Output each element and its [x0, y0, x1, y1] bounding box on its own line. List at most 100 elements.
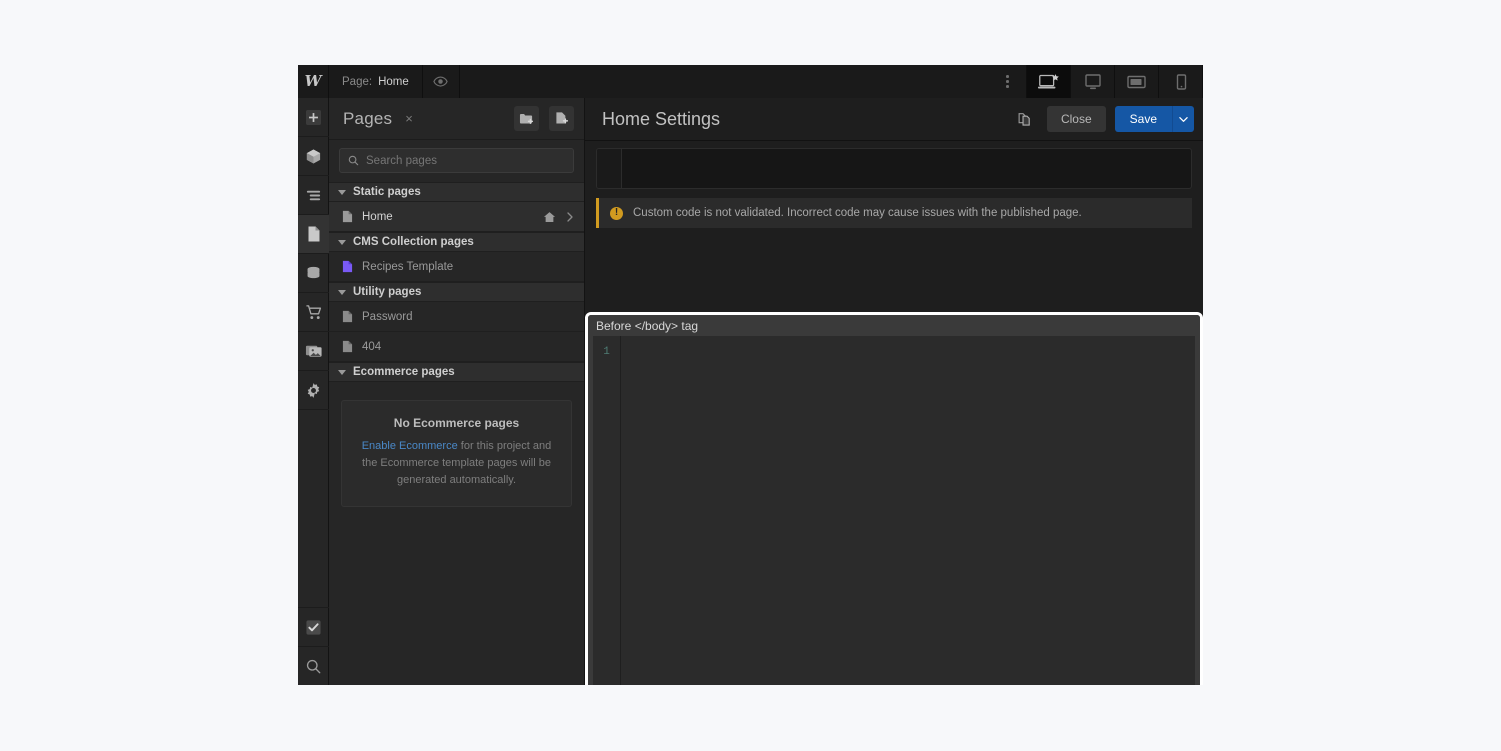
- section-header-static-pages[interactable]: Static pages: [329, 182, 584, 202]
- list-item[interactable]: Recipes Template: [329, 252, 584, 282]
- plus-icon: [305, 109, 322, 125]
- section-header-utility-pages[interactable]: Utility pages: [329, 282, 584, 302]
- chevron-down-icon: [1179, 116, 1188, 122]
- section-title: Utility pages: [353, 286, 422, 298]
- close-button[interactable]: Close: [1046, 106, 1106, 132]
- empty-state-title: No Ecommerce pages: [393, 416, 520, 430]
- section-header-cms-collection-pages[interactable]: CMS Collection pages: [329, 232, 584, 252]
- top-bar-spacer: [460, 65, 989, 98]
- warning-icon: !: [610, 206, 623, 220]
- duplicate-icon: [1018, 112, 1030, 126]
- add-folder-icon: [519, 113, 534, 124]
- save-button-label: Save: [1129, 112, 1157, 126]
- warning-text: Custom code is not validated. Incorrect …: [633, 207, 1082, 219]
- before-body-code-editor[interactable]: Before </body> tag 1: [585, 312, 1203, 685]
- cms-page-icon: [342, 260, 353, 273]
- cart-icon: [305, 304, 321, 319]
- duplicate-button[interactable]: [1012, 106, 1038, 132]
- sidebar-item-ecommerce[interactable]: [298, 293, 329, 332]
- list-item-label: Home: [362, 210, 393, 223]
- tablet-landscape-icon: [1126, 75, 1146, 88]
- ecommerce-empty-state-wrapper: No Ecommerce pages Enable Ecommerce for …: [329, 382, 584, 508]
- sidebar-item-audit[interactable]: [298, 607, 329, 646]
- pages-panel-header: Pages ×: [329, 98, 584, 140]
- search-icon: [348, 155, 359, 166]
- page-settings-pane: Home Settings Close Save ! Custom code i…: [585, 98, 1203, 685]
- eye-icon: [433, 76, 448, 87]
- code-editor-textarea[interactable]: [621, 336, 1195, 685]
- sidebar-item-add-elements[interactable]: [298, 98, 329, 137]
- page-label-prefix: Page:: [342, 75, 373, 88]
- search-input[interactable]: Search pages: [339, 148, 574, 173]
- layers-icon: [306, 190, 321, 200]
- chevron-down-icon: [338, 239, 346, 245]
- sidebar-item-pages[interactable]: [298, 215, 329, 254]
- breakpoint-mobile-button[interactable]: [1159, 65, 1203, 98]
- breakpoint-tablet-landscape-button[interactable]: [1115, 65, 1159, 98]
- page-icon: [308, 226, 319, 242]
- assets-icon: [305, 345, 322, 357]
- page-icon: [342, 210, 353, 223]
- left-toolbar-bottom: [298, 607, 329, 685]
- list-item[interactable]: 404: [329, 332, 584, 362]
- close-button-label: Close: [1060, 112, 1092, 126]
- left-toolbar: [298, 98, 329, 685]
- home-icon: [543, 211, 556, 222]
- gear-icon: [307, 382, 320, 398]
- ecommerce-empty-state: No Ecommerce pages Enable Ecommerce for …: [341, 400, 572, 508]
- more-options-icon: [1006, 75, 1009, 88]
- webflow-logo-button[interactable]: W: [298, 65, 329, 98]
- desktop-starred-icon: [1037, 73, 1059, 88]
- search-icon: [306, 659, 321, 673]
- cube-icon: [306, 149, 321, 163]
- code-line-number: 1: [603, 346, 610, 358]
- page-label-value: Home: [378, 75, 409, 88]
- page-icon: [342, 340, 353, 353]
- page-settings-body: ! Custom code is not validated. Incorrec…: [585, 148, 1203, 685]
- top-bar: W Page: Home: [298, 65, 1203, 98]
- sidebar-item-cms[interactable]: [298, 254, 329, 293]
- mobile-icon: [1176, 73, 1186, 90]
- webflow-logo-icon: W: [304, 72, 322, 90]
- section-header-ecommerce-pages[interactable]: Ecommerce pages: [329, 362, 584, 382]
- current-page-indicator[interactable]: Page: Home: [329, 65, 423, 98]
- preview-toggle-button[interactable]: [423, 65, 460, 98]
- more-options-button[interactable]: [989, 65, 1027, 98]
- sidebar-item-navigator[interactable]: [298, 176, 329, 215]
- list-item[interactable]: Home: [329, 202, 584, 232]
- save-dropdown-button[interactable]: [1172, 106, 1194, 132]
- code-gutter: [597, 149, 622, 188]
- sidebar-item-components[interactable]: [298, 137, 329, 176]
- close-icon[interactable]: ×: [402, 109, 416, 128]
- list-item-label: Password: [362, 310, 413, 323]
- custom-code-warning-banner: ! Custom code is not validated. Incorrec…: [596, 198, 1192, 228]
- list-item[interactable]: Password: [329, 302, 584, 332]
- section-title: CMS Collection pages: [353, 236, 474, 248]
- page-title: Pages: [343, 108, 393, 128]
- breakpoint-desktop-button[interactable]: [1027, 65, 1071, 98]
- add-page-icon: [555, 112, 568, 124]
- section-title: Ecommerce pages: [353, 366, 455, 378]
- add-folder-button[interactable]: [514, 106, 539, 131]
- chevron-down-icon: [338, 369, 346, 375]
- add-page-button[interactable]: [549, 106, 574, 131]
- list-item-label: Recipes Template: [362, 260, 454, 273]
- sidebar-item-search[interactable]: [298, 646, 329, 685]
- section-title: Static pages: [353, 186, 421, 198]
- pages-panel: Pages × Search pages Static pages Home C…: [329, 98, 585, 685]
- page-title: Home Settings: [602, 108, 721, 129]
- save-button-group: Save: [1114, 106, 1194, 132]
- save-button[interactable]: Save: [1114, 106, 1172, 132]
- sidebar-item-assets[interactable]: [298, 332, 329, 371]
- chevron-right-icon[interactable]: [565, 211, 575, 223]
- search-placeholder: Search pages: [366, 154, 437, 167]
- code-editor-above[interactable]: [596, 148, 1192, 189]
- chevron-down-icon: [338, 289, 346, 295]
- enable-ecommerce-link[interactable]: Enable Ecommerce: [362, 440, 458, 452]
- sidebar-item-settings[interactable]: [298, 371, 329, 410]
- chevron-down-icon: [338, 189, 346, 195]
- breakpoint-tablet-button[interactable]: [1071, 65, 1115, 98]
- code-editor-area[interactable]: 1: [593, 336, 1195, 685]
- empty-state-body: Enable Ecommerce for this project and th…: [356, 438, 557, 489]
- page-settings-header: Home Settings Close Save: [585, 98, 1203, 141]
